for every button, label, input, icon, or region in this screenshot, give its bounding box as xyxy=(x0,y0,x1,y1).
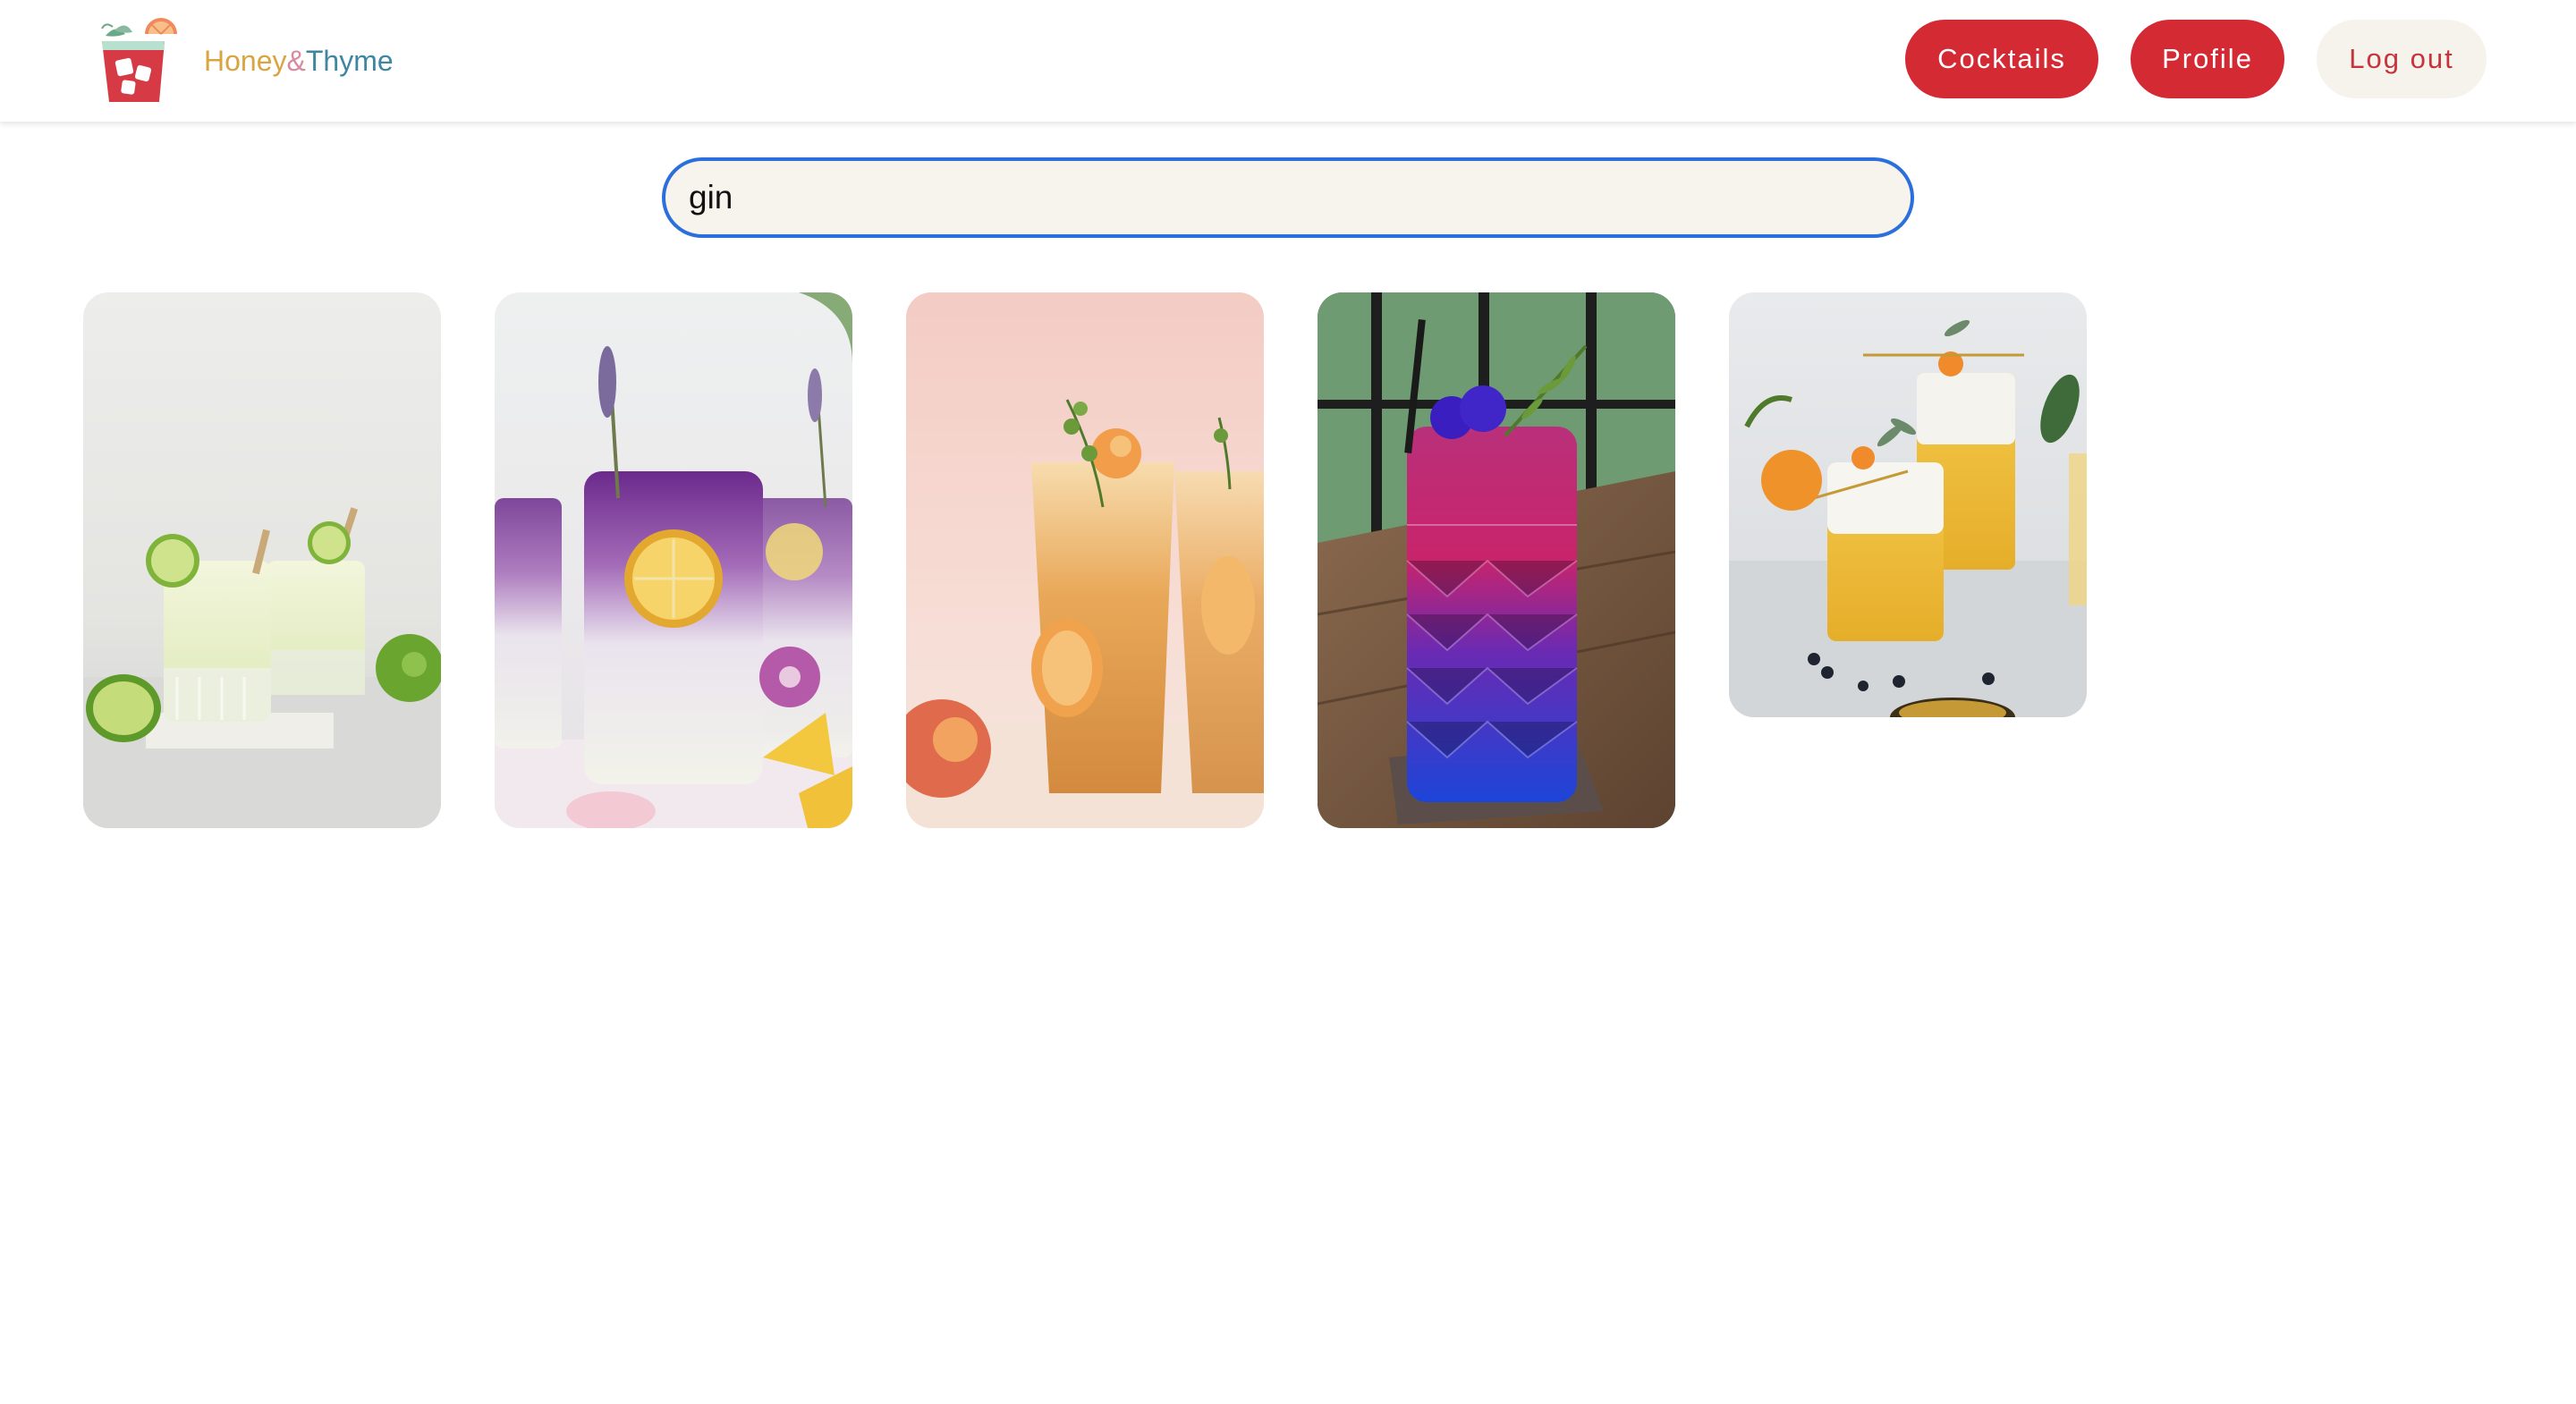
top-navbar: Honey&Thyme Cocktails Profile Log out xyxy=(0,0,2576,122)
brand-name-ampersand: & xyxy=(286,45,306,77)
search-input[interactable] xyxy=(662,157,1914,238)
cocktail-card-2[interactable] xyxy=(495,292,852,828)
brand-name: Honey&Thyme xyxy=(204,16,394,106)
profile-button[interactable]: Profile xyxy=(2131,20,2284,98)
citrus-foam-gin-sour-cocktail-image xyxy=(1729,292,2087,717)
cocktail-card-3[interactable] xyxy=(906,292,1264,828)
brand-name-thyme: Thyme xyxy=(305,45,394,77)
cocktail-card-1[interactable] xyxy=(83,292,441,828)
purple-blue-gin-cocktail-rosemary-image xyxy=(1318,292,1675,828)
butterfly-pea-lemon-gin-cocktail-image xyxy=(495,292,852,828)
peach-thyme-gin-cocktail-image xyxy=(906,292,1264,828)
frozen-lime-gin-cocktail-image xyxy=(83,292,441,828)
cocktail-card-5[interactable] xyxy=(1729,292,2087,717)
brand-home-link[interactable]: Honey&Thyme xyxy=(89,16,394,106)
logout-button[interactable]: Log out xyxy=(2317,20,2487,98)
cocktail-card-4[interactable] xyxy=(1318,292,1675,828)
cocktail-glass-logo-icon xyxy=(101,18,177,102)
cocktails-button[interactable]: Cocktails xyxy=(1905,20,2098,98)
brand-name-honey: Honey xyxy=(204,45,287,77)
search-bar xyxy=(662,157,1914,238)
